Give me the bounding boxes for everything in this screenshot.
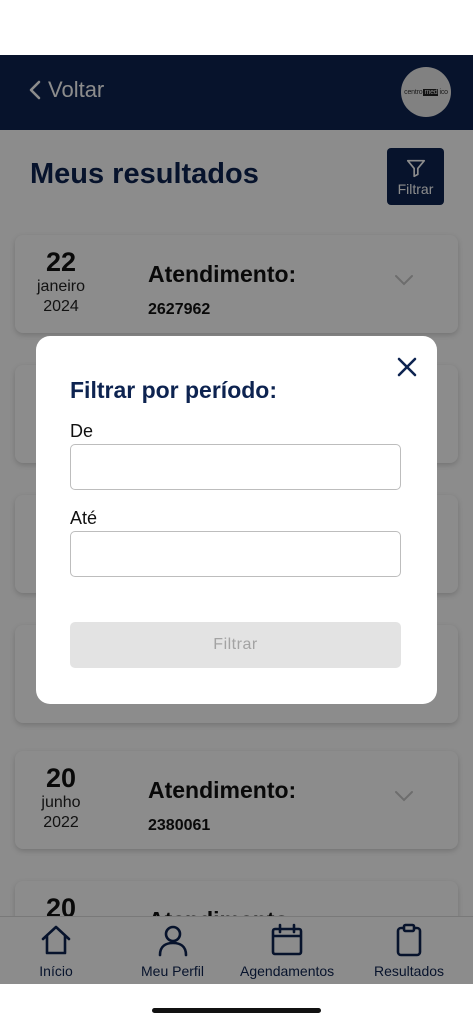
from-label: De (70, 421, 94, 441)
close-icon[interactable] (396, 356, 418, 378)
filter-submit-button[interactable]: Filtrar (70, 622, 401, 668)
home-indicator-area (0, 984, 473, 1024)
filter-period-modal: Filtrar por período: De Até Filtrar (36, 336, 437, 704)
modal-title: Filtrar por período: (70, 377, 277, 403)
home-indicator (152, 1008, 321, 1013)
to-date-input[interactable] (70, 531, 401, 577)
to-label: Até (70, 508, 98, 528)
status-bar (0, 0, 473, 55)
from-date-input[interactable] (70, 444, 401, 490)
